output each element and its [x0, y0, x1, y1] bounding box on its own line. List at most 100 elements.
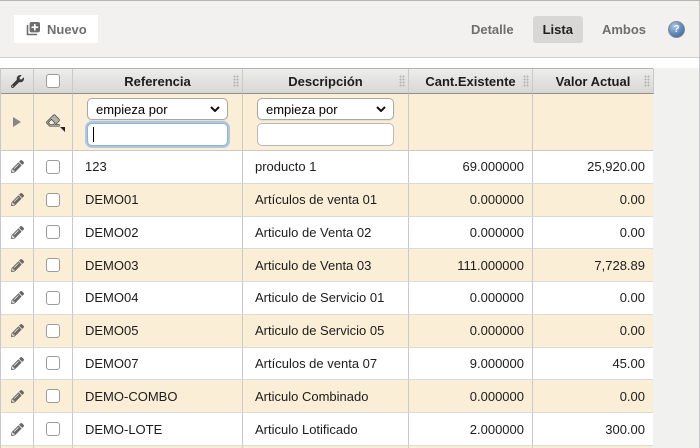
row-checkbox[interactable]	[46, 422, 60, 436]
view-tab-ambos[interactable]: Ambos	[602, 22, 646, 37]
row-checkbox-cell	[34, 249, 73, 282]
table-row[interactable]: DEMO03 Articulo de Venta 03 111.000000 7…	[1, 249, 653, 282]
row-checkbox[interactable]	[46, 225, 60, 239]
row-reference: 123	[73, 151, 243, 184]
row-checkbox[interactable]	[46, 356, 60, 370]
select-all-checkbox[interactable]	[46, 74, 60, 88]
edit-row-cell	[1, 380, 34, 413]
table-row[interactable]: DEMO02 Articulo de Venta 02 0.000000 0.0…	[1, 217, 653, 250]
referencia-operator-select[interactable]: empieza por	[87, 98, 228, 120]
row-checkbox-cell	[34, 217, 73, 250]
row-value: 45.00	[533, 348, 654, 381]
play-triangle-icon[interactable]	[13, 117, 21, 127]
pencil-icon[interactable]	[11, 423, 24, 436]
row-reference: DEMO02	[73, 217, 243, 250]
inventory-table: Referencia Descripción Cant.Existente Va…	[0, 68, 653, 448]
row-description: Articulo de Servicio 05	[243, 315, 409, 348]
row-checkbox-cell	[34, 315, 73, 348]
pencil-icon[interactable]	[11, 291, 24, 304]
table-row[interactable]: DEMO-LOTE Articulo Lotificado 2.000000 3…	[1, 413, 653, 446]
row-checkbox[interactable]	[46, 193, 60, 207]
edit-row-cell	[1, 249, 34, 282]
text-caret	[93, 127, 94, 142]
row-description: Articulo Lotificado	[243, 413, 409, 446]
pencil-icon[interactable]	[11, 259, 24, 272]
pencil-icon[interactable]	[11, 226, 24, 239]
table-row[interactable]: DEMO-COMBO Articulo Combinado 0.000000 0…	[1, 380, 653, 413]
row-description: Articulo de Venta 02	[243, 217, 409, 250]
edit-row-cell	[1, 315, 34, 348]
filter-row: empieza por empieza por	[1, 94, 653, 151]
table-row[interactable]: DEMO01 Artículos de venta 01 0.000000 0.…	[1, 184, 653, 217]
select-all-header	[34, 69, 73, 94]
row-value: 25,920.00	[533, 151, 654, 184]
table-header-row: Referencia Descripción Cant.Existente Va…	[1, 69, 653, 94]
cant-filter-cell	[409, 94, 533, 151]
row-checkbox[interactable]	[46, 389, 60, 403]
column-settings-header[interactable]	[1, 69, 34, 94]
grip-dots-icon[interactable]	[399, 75, 405, 87]
table-row[interactable]: DEMO04 Articulo de Servicio 01 0.000000 …	[1, 282, 653, 315]
row-quantity: 0.000000	[409, 184, 533, 217]
row-reference: DEMO03	[73, 249, 243, 282]
row-description: Articulo de Venta 03	[243, 249, 409, 282]
row-reference: DEMO07	[73, 348, 243, 381]
grip-dots-icon[interactable]	[523, 75, 529, 87]
column-header-cant-existente[interactable]: Cant.Existente	[409, 69, 533, 94]
apply-filter-cell	[1, 94, 34, 151]
row-quantity: 111.000000	[409, 249, 533, 282]
row-description: Artículos de venta 01	[243, 184, 409, 217]
column-header-valor-actual[interactable]: Valor Actual	[533, 69, 654, 94]
row-description: producto 1	[243, 151, 409, 184]
edit-row-cell	[1, 413, 34, 446]
row-description: Artículos de venta 07	[243, 348, 409, 381]
row-value: 0.00	[533, 184, 654, 217]
column-header-referencia[interactable]: Referencia	[73, 69, 243, 94]
help-question-icon[interactable]: ?	[668, 21, 685, 38]
valor-filter-cell	[533, 94, 654, 151]
row-quantity: 0.000000	[409, 380, 533, 413]
row-checkbox-cell	[34, 151, 73, 184]
row-quantity: 69.000000	[409, 151, 533, 184]
grip-dots-icon[interactable]	[644, 75, 650, 87]
edit-row-cell	[1, 151, 34, 184]
row-description: Articulo Combinado	[243, 380, 409, 413]
row-quantity: 0.000000	[409, 217, 533, 250]
descripcion-filter-cell: empieza por	[243, 94, 409, 151]
row-value: 300.00	[533, 413, 654, 446]
row-quantity: 9.000000	[409, 348, 533, 381]
row-checkbox[interactable]	[46, 160, 60, 174]
new-button[interactable]: Nuevo	[14, 15, 98, 43]
new-button-label: Nuevo	[47, 22, 87, 37]
edit-row-cell	[1, 348, 34, 381]
row-checkbox-cell	[34, 184, 73, 217]
descripcion-filter-input[interactable]	[257, 123, 394, 146]
wrench-icon	[11, 75, 24, 88]
table-row[interactable]: DEMO07 Artículos de venta 07 9.000000 45…	[1, 348, 653, 381]
pencil-icon[interactable]	[11, 160, 24, 173]
eraser-menu-arrow-icon	[60, 127, 65, 132]
row-checkbox[interactable]	[46, 324, 60, 338]
eraser-icon[interactable]	[45, 114, 61, 130]
row-checkbox-cell	[34, 413, 73, 446]
descripcion-operator-select[interactable]: empieza por	[257, 98, 394, 120]
pencil-icon[interactable]	[11, 357, 24, 370]
referencia-filter-input[interactable]	[87, 123, 228, 146]
pencil-icon[interactable]	[11, 193, 24, 206]
row-value: 7,728.89	[533, 249, 654, 282]
view-tab-detalle[interactable]: Detalle	[471, 22, 514, 37]
chevron-down-icon	[210, 106, 220, 112]
column-header-descripcion[interactable]: Descripción	[243, 69, 409, 94]
pencil-icon[interactable]	[11, 390, 24, 403]
grip-dots-icon[interactable]	[233, 75, 239, 87]
view-tab-lista[interactable]: Lista	[533, 16, 583, 43]
row-checkbox[interactable]	[46, 258, 60, 272]
table-row[interactable]: DEMO05 Articulo de Servicio 05 0.000000 …	[1, 315, 653, 348]
row-checkbox[interactable]	[46, 291, 60, 305]
pencil-icon[interactable]	[11, 324, 24, 337]
row-reference: DEMO01	[73, 184, 243, 217]
table-row[interactable]: 123 producto 1 69.000000 25,920.00	[1, 151, 653, 184]
edit-row-cell	[1, 184, 34, 217]
row-value: 0.00	[533, 217, 654, 250]
chevron-down-icon	[376, 106, 386, 112]
